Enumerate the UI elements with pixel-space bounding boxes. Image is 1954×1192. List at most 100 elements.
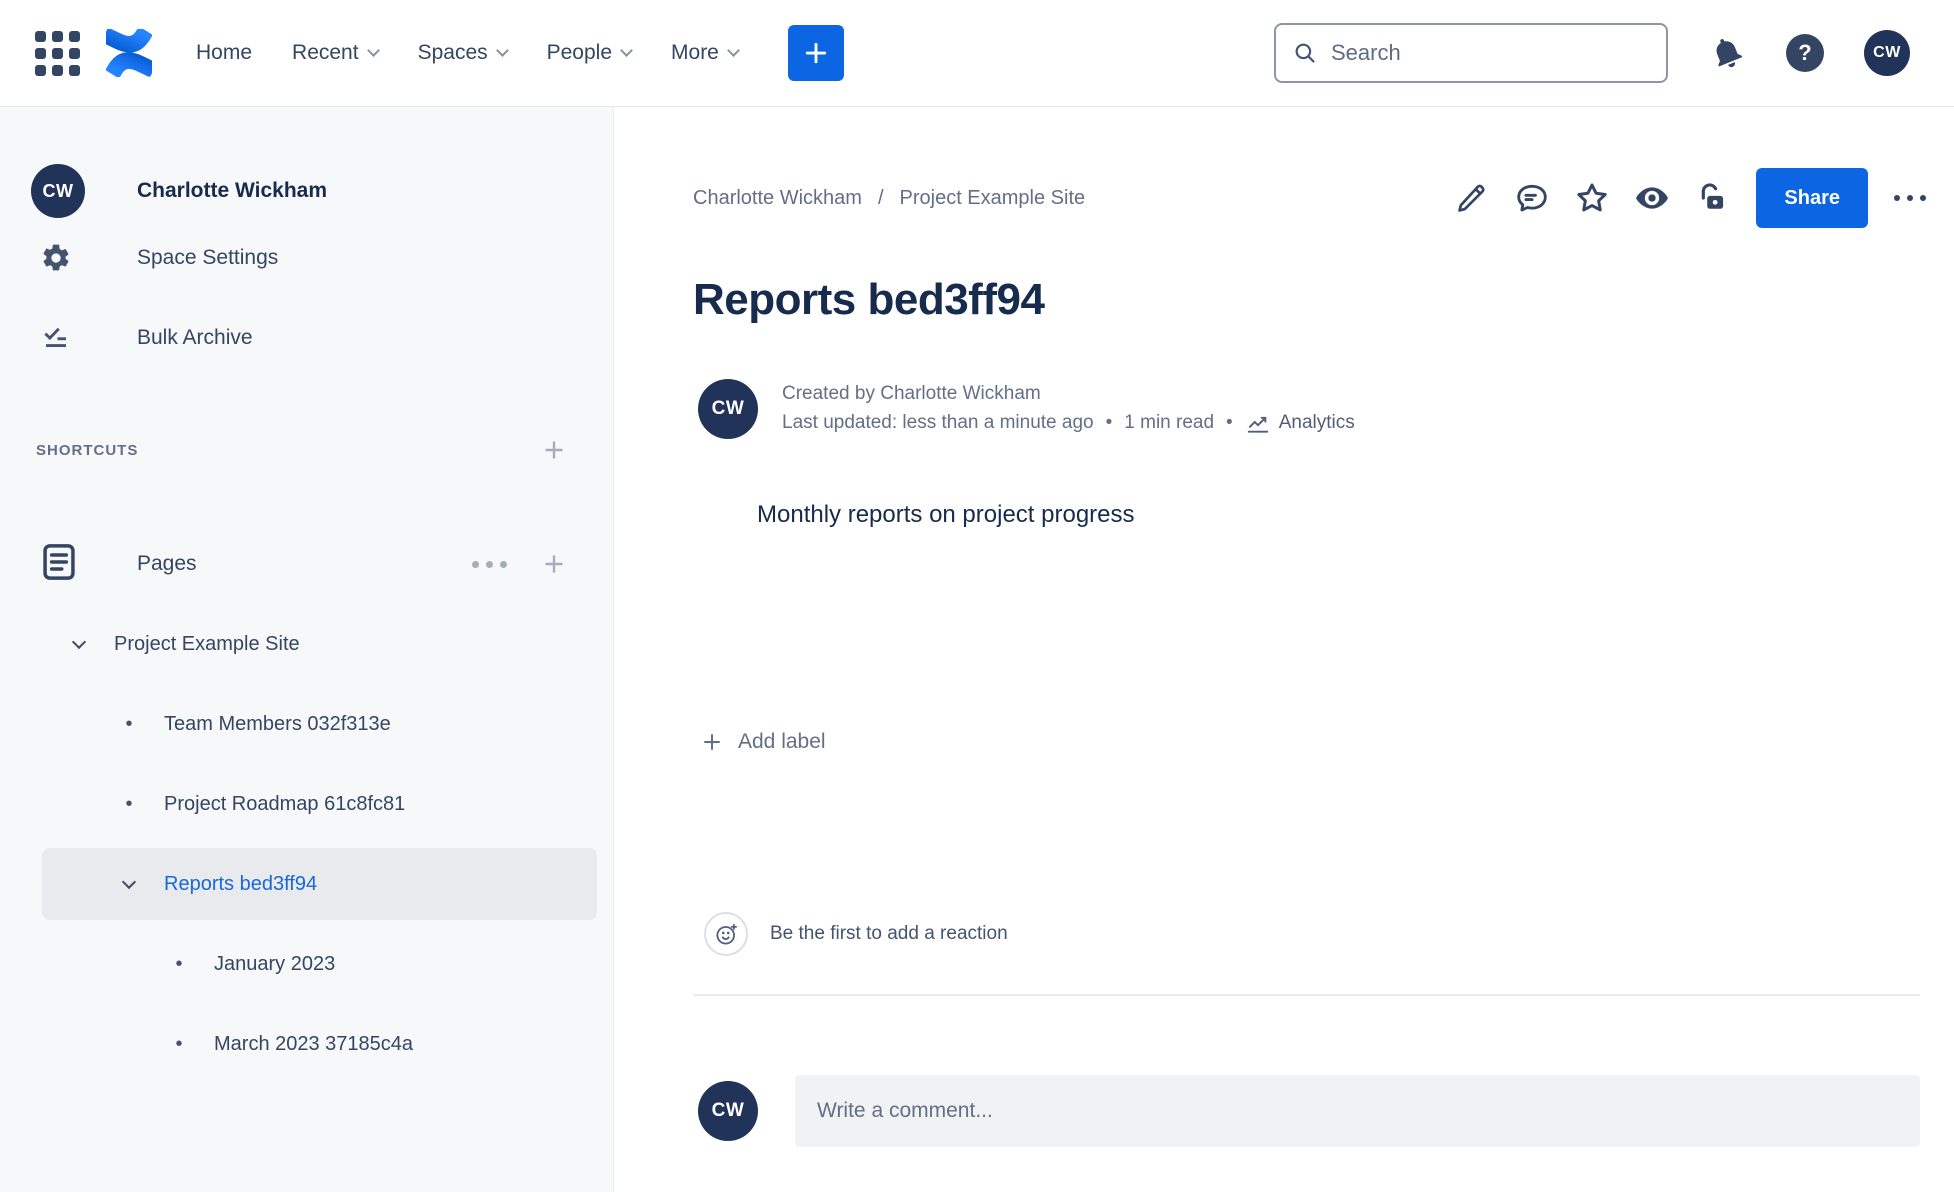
- add-reaction-button[interactable]: [704, 912, 748, 956]
- plus-icon: [805, 42, 827, 64]
- chevron-down-icon[interactable]: [120, 874, 138, 889]
- bullet-icon: •: [125, 792, 133, 815]
- chevron-down-icon: [495, 44, 509, 57]
- edit-button[interactable]: [1446, 172, 1498, 224]
- read-time-text: 1 min read: [1124, 411, 1215, 433]
- sidebar-item-space-settings[interactable]: Space Settings: [0, 218, 613, 298]
- favourite-button[interactable]: [1566, 172, 1618, 224]
- space-sidebar: CW Charlotte Wickham Space Settings Bulk…: [0, 107, 614, 1192]
- page-title: Reports bed3ff94: [693, 275, 1045, 324]
- last-updated-text[interactable]: Last updated: less than a minute ago: [782, 412, 1094, 434]
- nav-item-spaces[interactable]: Spaces: [398, 23, 527, 83]
- page-body-text: Monthly reports on project progress: [757, 501, 1135, 528]
- unlock-icon: [1702, 183, 1724, 209]
- bell-icon: [1716, 39, 1743, 68]
- notifications-button[interactable]: [1702, 28, 1751, 77]
- add-shortcut-button[interactable]: [541, 437, 567, 463]
- bullet-icon: •: [175, 952, 183, 975]
- page-more-button[interactable]: [1890, 191, 1930, 205]
- bulk-archive-icon: [40, 323, 72, 353]
- shortcuts-section-header: SHORTCUTS: [36, 438, 567, 462]
- nav-item-label: Home: [196, 41, 253, 64]
- confluence-logo[interactable]: [106, 29, 152, 77]
- comments-divider: [693, 994, 1920, 996]
- search-icon: [1295, 43, 1315, 63]
- plus-icon: [704, 734, 720, 750]
- analytics-icon: [1247, 416, 1268, 433]
- share-button[interactable]: Share: [1756, 168, 1868, 228]
- chevron-down-icon: [620, 44, 633, 57]
- sidebar-item-label: Bulk Archive: [137, 326, 253, 349]
- tree-item-january-2023[interactable]: • January 2023: [0, 924, 613, 1004]
- tree-item-team-members-032f313e[interactable]: • Team Members 032f313e: [0, 684, 613, 764]
- dot-separator: •: [1105, 411, 1113, 433]
- tree-item-label: Team Members 032f313e: [164, 712, 391, 735]
- add-label-text: Add label: [738, 730, 826, 753]
- nav-item-label: More: [671, 41, 719, 64]
- sidebar-item-pages[interactable]: Pages: [0, 524, 613, 604]
- tree-item-reports-bed3ff94[interactable]: Reports bed3ff94: [42, 848, 597, 920]
- comment-bubble-icon: [1517, 184, 1548, 212]
- space-header[interactable]: CW Charlotte Wickham: [31, 164, 613, 218]
- star-icon: [1577, 183, 1608, 212]
- analytics-link[interactable]: Analytics: [1245, 410, 1355, 436]
- chevron-down-icon: [71, 634, 87, 649]
- watch-button[interactable]: [1626, 172, 1678, 224]
- tree-item-march-2023-37185c4a[interactable]: • March 2023 37185c4a: [0, 1004, 613, 1084]
- breadcrumb: Charlotte Wickham / Project Example Site: [693, 187, 1085, 210]
- add-label-button[interactable]: Add label: [700, 730, 826, 754]
- author-avatar[interactable]: CW: [698, 379, 758, 439]
- app-switcher-button[interactable]: [35, 30, 80, 76]
- analytics-label: Analytics: [1278, 411, 1355, 433]
- smiley-add-icon: [715, 923, 737, 945]
- space-avatar: CW: [31, 164, 85, 218]
- tree-item-project-example-site[interactable]: Project Example Site: [0, 604, 613, 684]
- search-input[interactable]: [1331, 40, 1650, 66]
- chevron-down-icon[interactable]: [70, 634, 88, 649]
- space-name: Charlotte Wickham: [137, 179, 328, 202]
- shortcuts-heading: SHORTCUTS: [36, 441, 139, 459]
- breadcrumb-item[interactable]: Charlotte Wickham: [693, 187, 862, 210]
- nav-item-people[interactable]: People: [527, 23, 651, 83]
- plus-icon: [545, 555, 563, 573]
- add-page-button[interactable]: [541, 551, 567, 577]
- tree-item-project-roadmap-61c8fc81[interactable]: • Project Roadmap 61c8fc81: [0, 764, 613, 844]
- top-navigation-bar: Home Recent Spaces People More ? CW: [0, 0, 1954, 107]
- user-avatar[interactable]: CW: [1864, 30, 1910, 76]
- breadcrumb-separator: /: [877, 186, 884, 209]
- sidebar-item-bulk-archive[interactable]: Bulk Archive: [0, 298, 613, 378]
- nav-item-label: Spaces: [417, 41, 488, 64]
- nav-item-recent[interactable]: Recent: [272, 23, 398, 83]
- created-by-text: Created by Charlotte Wickham: [782, 382, 1041, 404]
- tree-item-label: Project Roadmap 61c8fc81: [164, 792, 406, 815]
- pages-label: Pages: [137, 552, 197, 575]
- question-mark-icon: ?: [1786, 34, 1824, 72]
- grid-icon: [35, 30, 80, 76]
- tree-item-label: March 2023 37185c4a: [214, 1032, 414, 1055]
- confluence-logo-icon: [106, 29, 152, 77]
- help-button[interactable]: ?: [1786, 34, 1824, 72]
- breadcrumb-item[interactable]: Project Example Site: [900, 187, 1086, 210]
- restrictions-button[interactable]: [1686, 172, 1738, 224]
- chevron-down-icon: [366, 44, 380, 57]
- chevron-down-icon: [727, 44, 740, 57]
- bullet-icon: •: [125, 712, 133, 735]
- primary-nav: Home Recent Spaces People More: [176, 23, 758, 83]
- dot-separator: •: [1226, 411, 1233, 433]
- sidebar-item-label: Space Settings: [137, 246, 279, 269]
- comment-input[interactable]: [795, 1075, 1920, 1147]
- nav-item-label: Recent: [292, 41, 359, 64]
- nav-item-home[interactable]: Home: [176, 23, 272, 83]
- tree-item-label: January 2023: [214, 952, 336, 975]
- eye-icon: [1636, 187, 1669, 209]
- tree-item-label: Reports bed3ff94: [164, 872, 318, 895]
- nav-item-label: People: [546, 41, 613, 64]
- create-button[interactable]: [787, 25, 844, 81]
- chevron-down-icon: [121, 874, 137, 889]
- gear-icon: [40, 242, 72, 274]
- tree-item-label: Project Example Site: [114, 632, 300, 655]
- comments-button[interactable]: [1506, 172, 1558, 224]
- nav-item-more[interactable]: More: [651, 23, 758, 83]
- pages-more-button[interactable]: [468, 557, 511, 572]
- search-box[interactable]: [1274, 23, 1668, 83]
